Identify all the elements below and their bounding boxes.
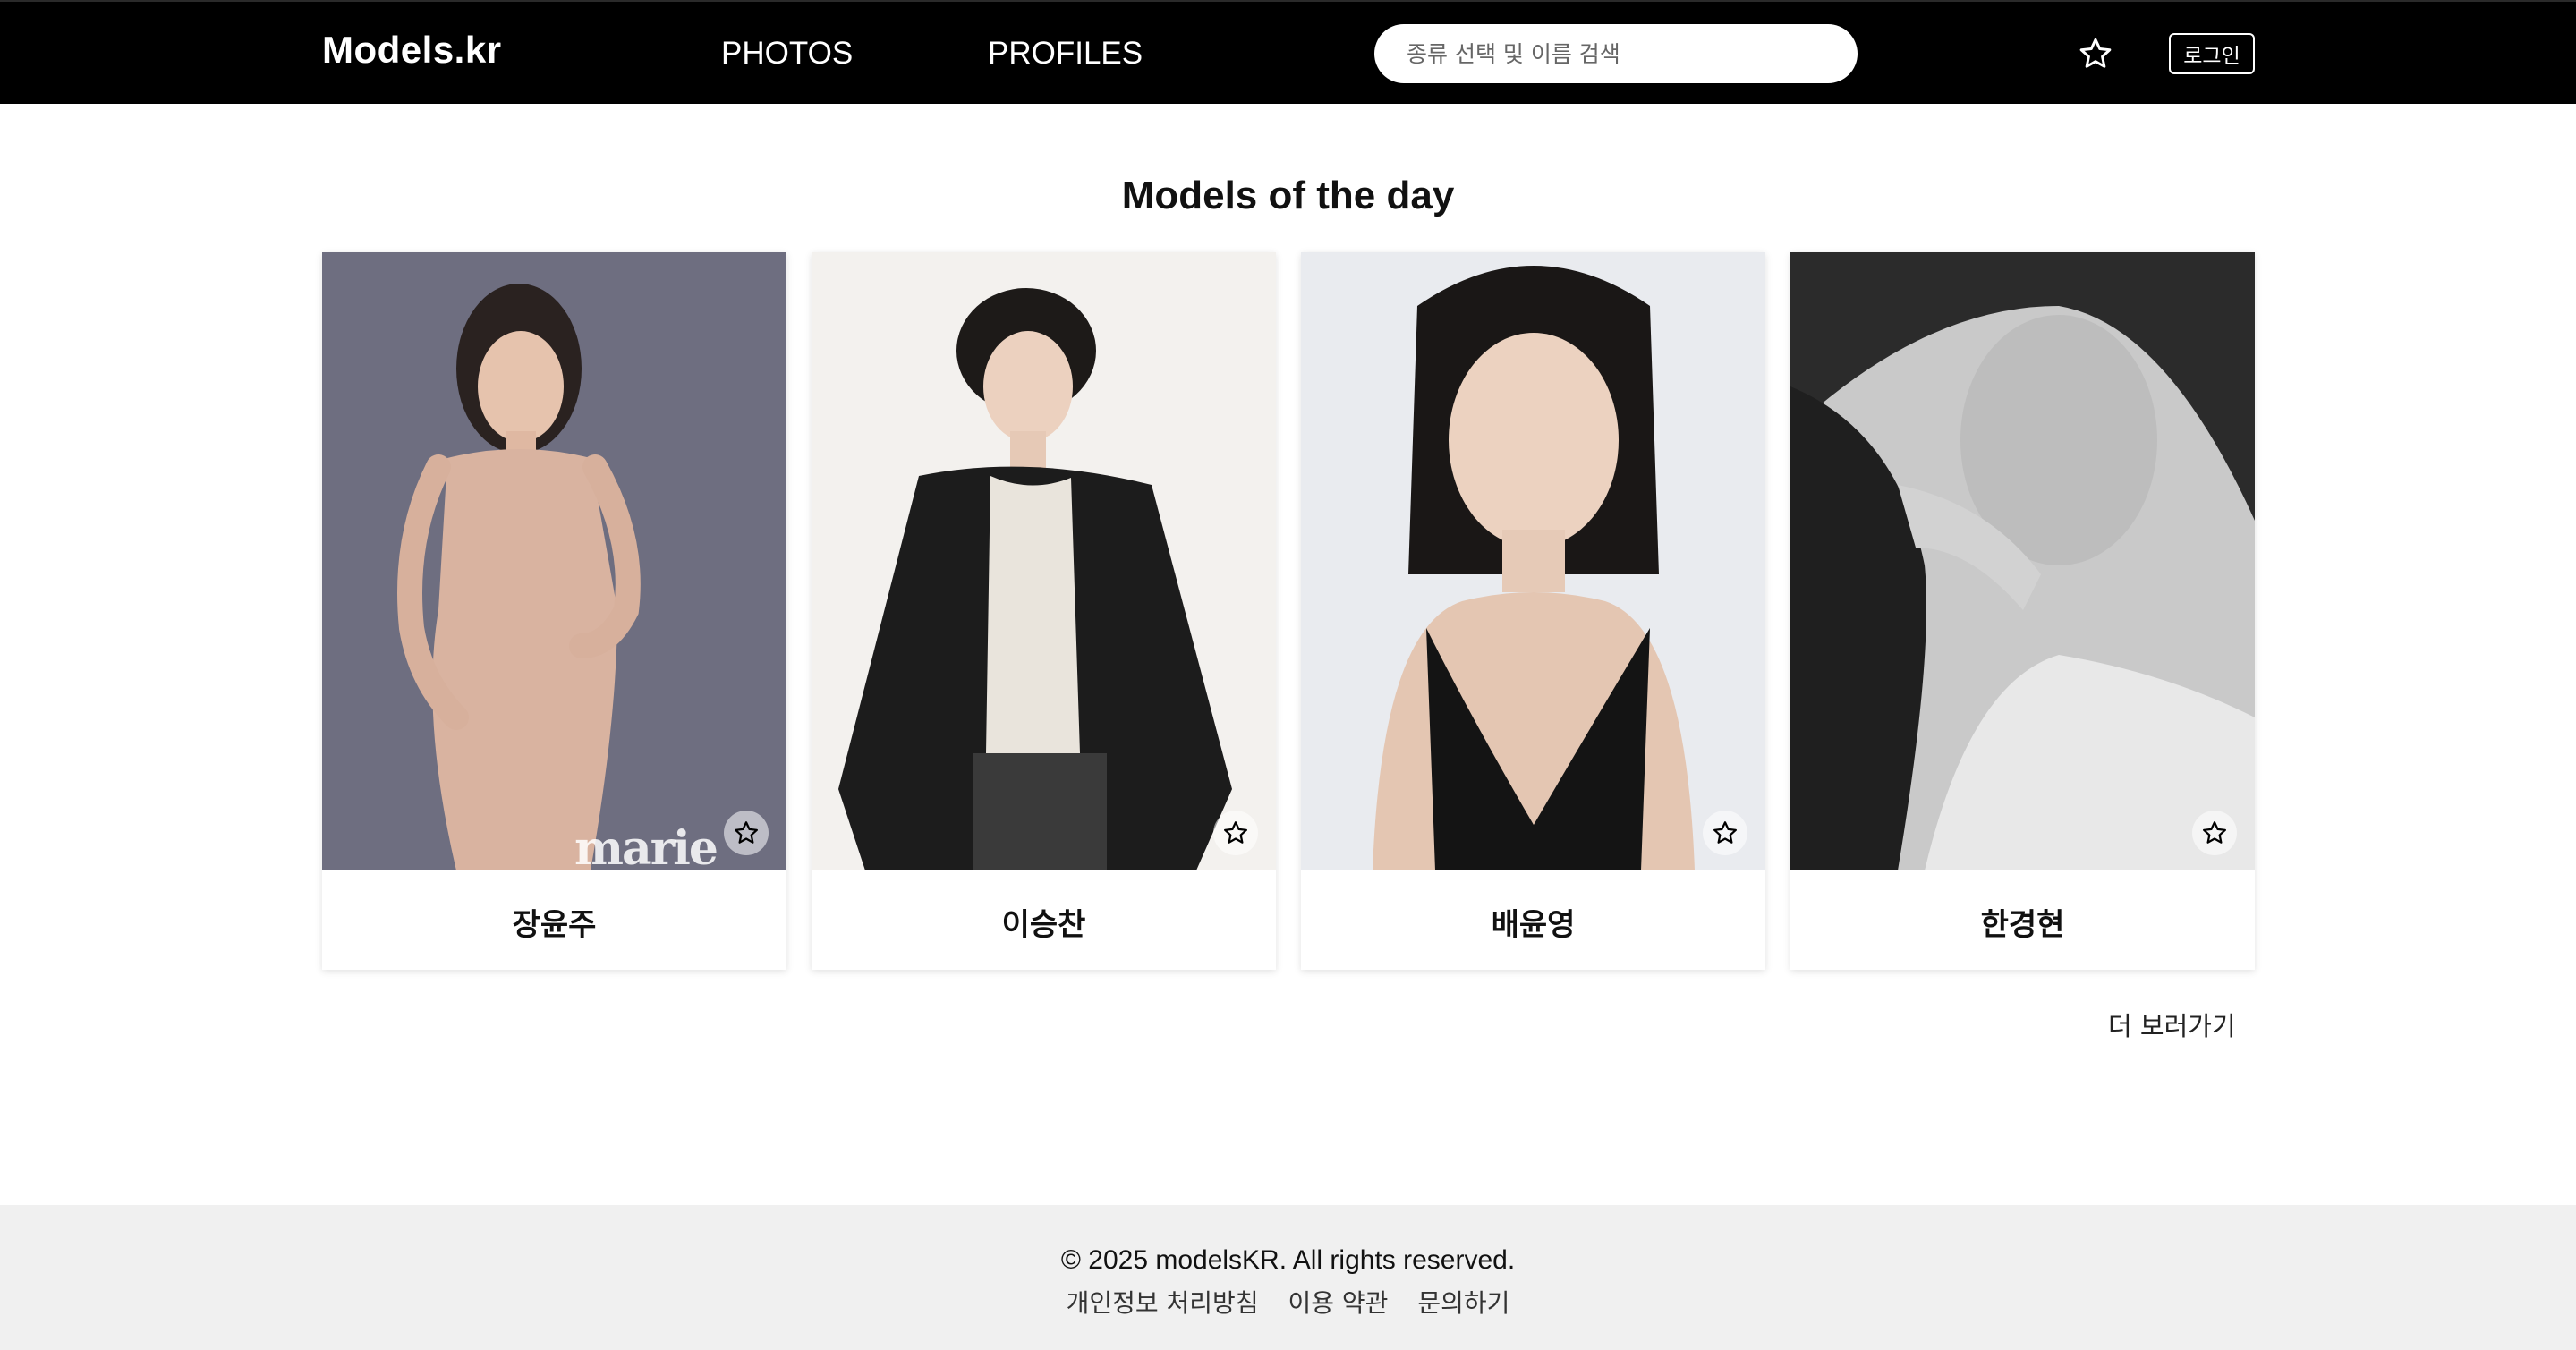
favorites-star-icon[interactable] [2078, 36, 2113, 72]
model-name: 배윤영 [1491, 907, 1576, 943]
favorite-star-icon[interactable] [1703, 811, 1747, 855]
contact-link[interactable]: 문의하기 [1417, 1288, 1509, 1318]
favorite-star-icon[interactable] [1213, 811, 1258, 855]
model-card[interactable]: 배윤영 [1301, 252, 1765, 970]
model-name: 이승찬 [1001, 907, 1086, 943]
model-name: 한경현 [1980, 907, 2065, 943]
nav-profiles-link[interactable]: PROFILES [988, 36, 1143, 72]
section-title: Models of the day [1121, 174, 1455, 217]
model-photo [1301, 252, 1765, 870]
model-photo [1790, 252, 2255, 870]
site-logo[interactable]: Models.kr [322, 29, 502, 72]
favorite-star-icon[interactable] [2192, 811, 2237, 855]
top-nav-bar: Models.kr PHOTOS PROFILES 로그인 [0, 0, 2576, 104]
favorite-star-icon[interactable] [724, 811, 769, 855]
model-name: 장윤주 [512, 907, 597, 943]
nav-photos-link[interactable]: PHOTOS [721, 36, 853, 72]
model-card[interactable]: marie claire 장윤주 [322, 252, 786, 970]
search-input[interactable] [1374, 24, 1858, 83]
model-photo: marie claire [322, 252, 786, 870]
model-photo [812, 252, 1276, 870]
login-button[interactable]: 로그인 [2169, 33, 2255, 74]
privacy-policy-link[interactable]: 개인정보 처리방침 [1067, 1288, 1259, 1318]
see-more-link[interactable]: 더 보러가기 [2108, 1006, 2236, 1043]
copyright-text: © 2025 modelsKR. All rights reserved. [1060, 1245, 1516, 1275]
model-card[interactable]: 한경현 [1790, 252, 2255, 970]
footer-links: 개인정보 처리방침 이용 약관 문의하기 [0, 1284, 2576, 1320]
terms-link[interactable]: 이용 약관 [1288, 1288, 1388, 1318]
footer: © 2025 modelsKR. All rights reserved. 개인… [0, 1205, 2576, 1350]
model-card[interactable]: 이승찬 [812, 252, 1276, 970]
